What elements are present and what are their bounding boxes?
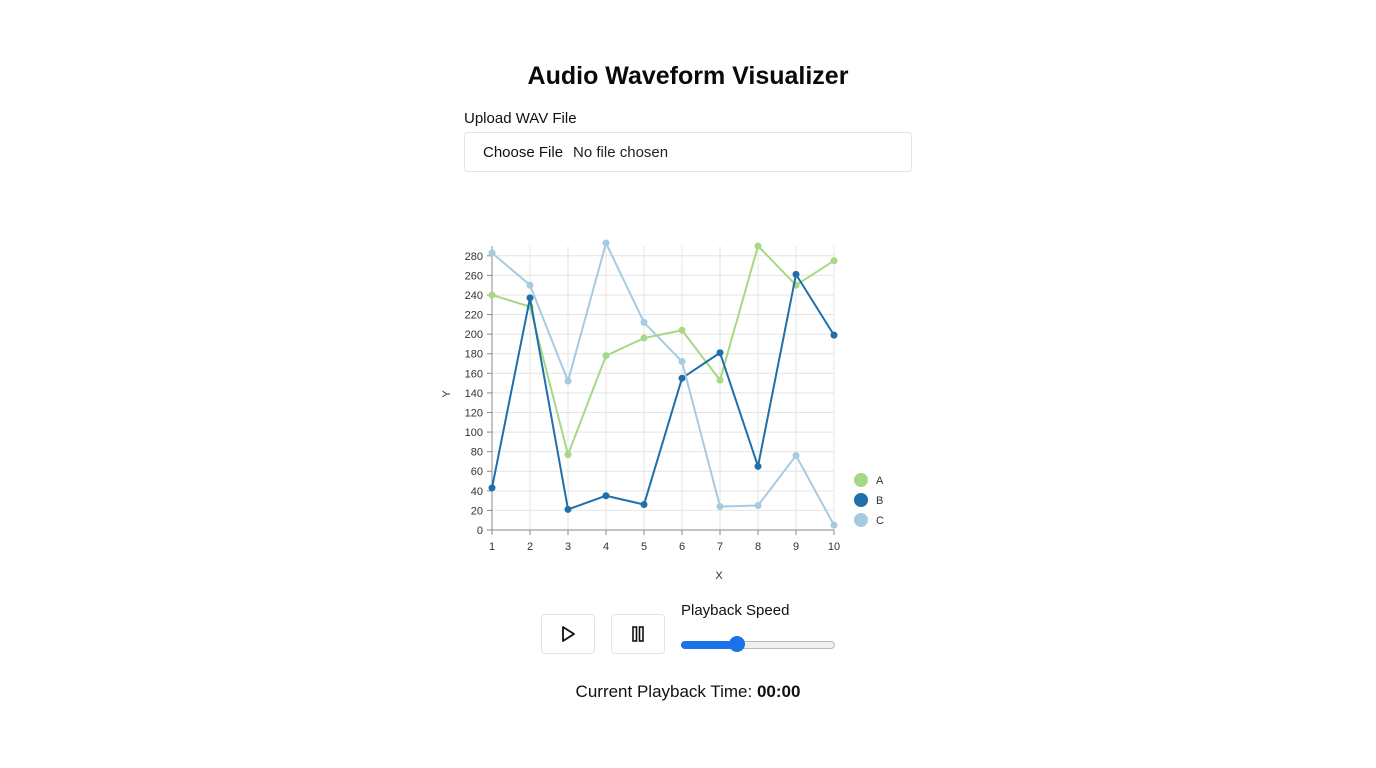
- file-status: No file chosen: [573, 143, 669, 161]
- legend-swatch-c: [854, 513, 868, 527]
- y-tick-label: 240: [465, 290, 483, 302]
- data-point-a[interactable]: [488, 291, 496, 299]
- data-point-c[interactable]: [488, 249, 496, 257]
- data-point-b[interactable]: [564, 505, 572, 513]
- y-tick-label: 180: [465, 349, 483, 361]
- waveform-chart: 0 20 40 60 80 100 120 140 160 180 200 220 240 260 280 1…: [441, 239, 884, 582]
- pause-button[interactable]: [611, 614, 665, 654]
- legend-label-a: A: [876, 475, 884, 487]
- data-point-b[interactable]: [526, 294, 534, 302]
- playback-time-label: Current Playback Time:: [575, 682, 753, 701]
- choose-file-button[interactable]: Choose File: [483, 144, 563, 161]
- y-tick-label: 60: [471, 466, 483, 478]
- data-point-b[interactable]: [754, 462, 762, 470]
- x-tick-label: 10: [828, 541, 840, 553]
- data-point-b[interactable]: [640, 501, 648, 509]
- data-point-a[interactable]: [678, 326, 686, 334]
- y-tick-label: 100: [465, 427, 483, 439]
- x-tick-label: 5: [641, 541, 647, 553]
- y-tick-label: 120: [465, 407, 483, 419]
- playback-time-value: 00:00: [756, 682, 801, 701]
- slider-thumb[interactable]: [729, 636, 745, 652]
- x-tick-label: 9: [793, 541, 799, 553]
- file-input[interactable]: Choose File No file chosen: [464, 132, 912, 172]
- y-axis-label: Y: [441, 390, 453, 398]
- legend-label-c: C: [876, 515, 884, 527]
- x-tick-label: 8: [755, 541, 761, 553]
- x-tick-label: 3: [565, 541, 571, 553]
- data-point-a[interactable]: [830, 257, 838, 265]
- playback-speed-slider[interactable]: [681, 636, 835, 652]
- legend-label-b: B: [876, 495, 883, 507]
- data-point-a[interactable]: [754, 242, 762, 250]
- upload-label: Upload WAV File: [464, 110, 577, 127]
- legend-swatch-a: [854, 473, 868, 487]
- x-tick-label: 2: [527, 541, 533, 553]
- x-tick-label: 6: [679, 541, 685, 553]
- play-button[interactable]: [541, 614, 595, 654]
- pause-icon: [632, 626, 644, 642]
- data-point-c[interactable]: [526, 281, 534, 289]
- play-icon: [562, 626, 575, 642]
- y-tick-label: 20: [471, 505, 483, 517]
- data-point-c[interactable]: [754, 502, 762, 510]
- y-tick-label: 160: [465, 368, 483, 380]
- y-tick-label: 40: [471, 486, 483, 498]
- y-tick-label: 80: [471, 447, 483, 459]
- x-tick-label: 7: [717, 541, 723, 553]
- data-point-a[interactable]: [602, 352, 610, 360]
- series-line-a: [491, 245, 835, 456]
- data-point-b[interactable]: [602, 492, 610, 500]
- data-point-b[interactable]: [716, 349, 724, 357]
- y-tick-label: 140: [465, 388, 483, 400]
- data-point-c[interactable]: [602, 239, 610, 247]
- legend-swatch-b: [854, 493, 868, 507]
- data-point-a[interactable]: [716, 376, 724, 384]
- data-point-c[interactable]: [564, 377, 572, 385]
- data-point-b[interactable]: [678, 374, 686, 382]
- data-point-c[interactable]: [792, 452, 800, 460]
- y-tick-label: 200: [465, 329, 483, 341]
- playback-time: Current Playback Time: 00:00: [0, 682, 1376, 702]
- playback-speed-label: Playback Speed: [681, 602, 790, 619]
- y-tick-label: 220: [465, 310, 483, 322]
- y-tick-label: 280: [465, 251, 483, 263]
- data-point-c[interactable]: [678, 358, 686, 366]
- x-axis-label: X: [715, 570, 723, 582]
- data-point-b[interactable]: [830, 331, 838, 339]
- data-point-c[interactable]: [830, 521, 838, 529]
- y-tick-label: 0: [477, 525, 483, 537]
- data-point-c[interactable]: [640, 318, 648, 326]
- x-tick-label: 1: [489, 541, 495, 553]
- data-point-b[interactable]: [488, 484, 496, 492]
- series-line-c: [491, 242, 835, 526]
- data-point-a[interactable]: [640, 334, 648, 342]
- data-point-c[interactable]: [716, 502, 724, 510]
- data-point-b[interactable]: [792, 270, 800, 278]
- x-tick-label: 4: [603, 541, 609, 553]
- data-point-a[interactable]: [564, 451, 572, 459]
- y-tick-label: 260: [465, 270, 483, 282]
- page-title: Audio Waveform Visualizer: [527, 62, 849, 90]
